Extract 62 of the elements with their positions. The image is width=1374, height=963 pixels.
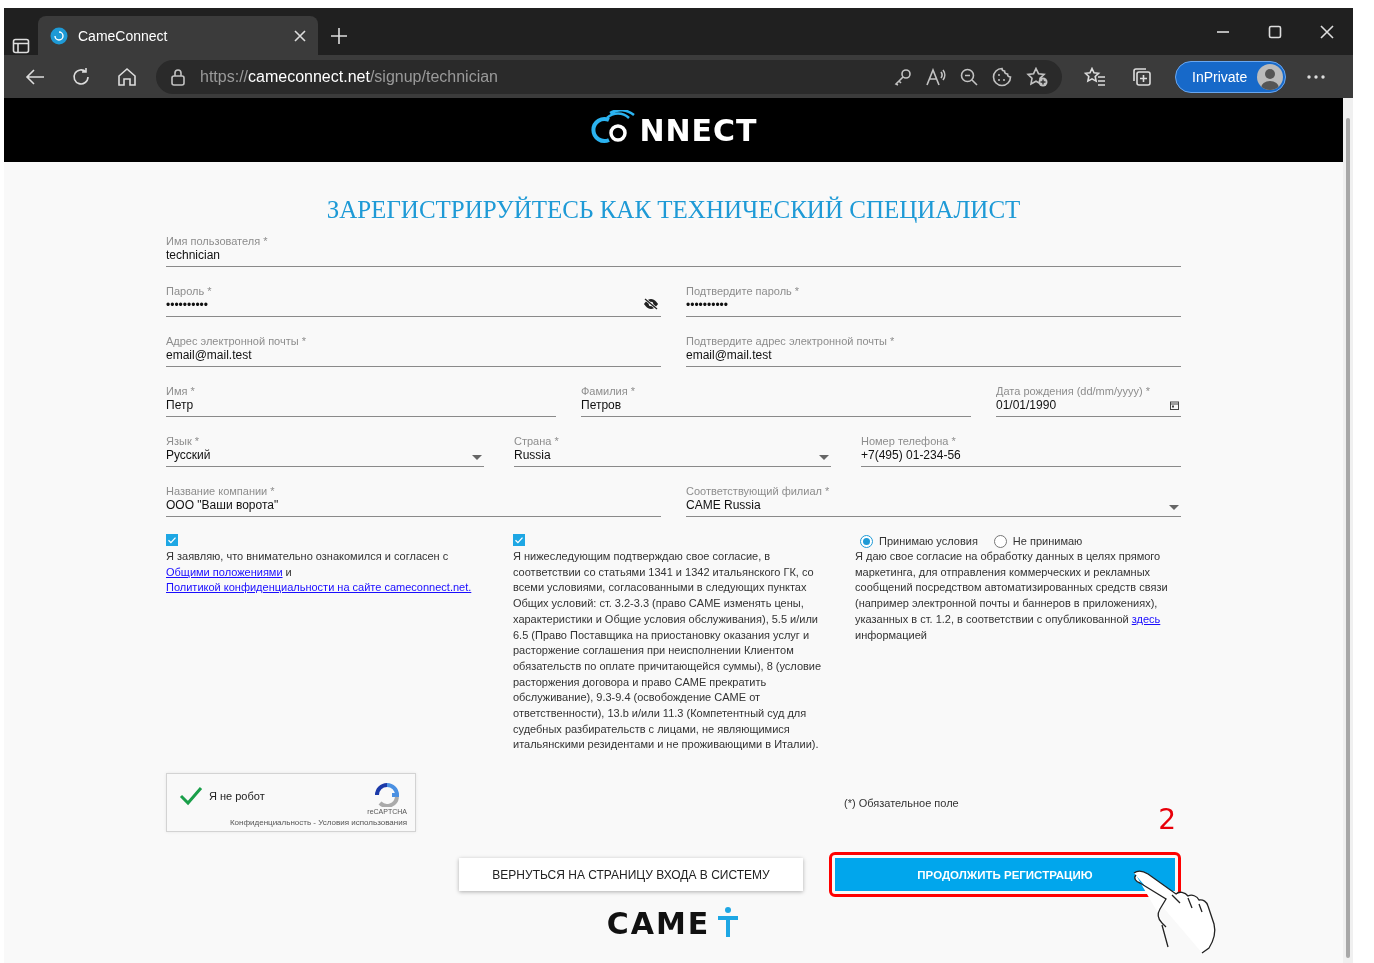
text-field[interactable]: Номер телефона * +7(495) 01-234-56 bbox=[861, 434, 1181, 467]
collections-icon[interactable] bbox=[1132, 66, 1152, 87]
calendar-icon[interactable] bbox=[1170, 401, 1179, 410]
dropdown-field[interactable]: Язык * Русский bbox=[166, 434, 484, 467]
dropdown-caret-icon[interactable] bbox=[1169, 505, 1179, 510]
captcha-links[interactable]: Конфиденциальность - Условия использования bbox=[179, 818, 407, 832]
dropdown-caret-icon[interactable] bbox=[819, 455, 829, 460]
more-icon[interactable] bbox=[1306, 73, 1327, 80]
checkbox[interactable] bbox=[166, 534, 178, 546]
annotation-number: 2 bbox=[1158, 803, 1176, 837]
text-field[interactable]: Название компании * ООО "Ваши ворота" bbox=[166, 484, 661, 517]
key-icon[interactable] bbox=[894, 67, 912, 86]
back-button[interactable]: ВЕРНУТЬСЯ НА СТРАНИЦУ ВХОДА В СИСТЕМУ bbox=[459, 858, 803, 892]
consent-text: Я даю свое согласие на обработку данных в целях прямого маркетинга, для отправления коммерческих и рекламных сообщений посредством автоматизированных средств связи (например электронной почты и баннеров в приложениях), указанных в ст. 1.2, в соответствии с опубликованной здесь информацией bbox=[855, 549, 1169, 643]
favorites-icon[interactable] bbox=[1084, 66, 1106, 87]
date-field[interactable]: Дата рождения (dd/mm/yyyy) * 01/01/1990 bbox=[996, 384, 1181, 417]
maximize-icon[interactable] bbox=[1268, 24, 1282, 39]
lock-icon bbox=[170, 67, 186, 86]
text-field[interactable]: Подтвердите адрес электронной почты * email@mail.test bbox=[686, 334, 1181, 367]
required-note: (*) Обязательное поле bbox=[844, 796, 959, 809]
dropdown-field[interactable]: Страна * Russia bbox=[514, 434, 831, 467]
zoom-out-icon[interactable] bbox=[960, 67, 978, 86]
captcha-check-icon[interactable] bbox=[179, 786, 203, 807]
eye-off-icon[interactable] bbox=[643, 298, 659, 310]
text-field[interactable]: Имя * Петр bbox=[166, 384, 556, 417]
text-field[interactable]: Фамилия * Петров bbox=[581, 384, 971, 417]
text-link[interactable]: Общими положениями bbox=[166, 565, 283, 578]
footer-logo-text: CAME bbox=[606, 907, 711, 942]
cookie-icon[interactable] bbox=[992, 66, 1012, 87]
radio-button[interactable] bbox=[860, 535, 873, 548]
person-logo-icon bbox=[716, 907, 741, 938]
recaptcha-logo-icon bbox=[374, 783, 401, 808]
inprivate-button[interactable]: InPrivate bbox=[1175, 60, 1287, 93]
sidebar-icon[interactable] bbox=[12, 37, 30, 55]
radio-label: Не принимаю bbox=[1012, 533, 1083, 549]
plus-icon[interactable] bbox=[330, 27, 348, 45]
star-add-icon[interactable] bbox=[1026, 66, 1048, 87]
consent-text: Я нижеследующим подтверждаю свое согласие, в соответствии со статьями 1341 и 1342 итальянского ГК, со всеми условиями, согласованными в следующих пунктах Общих условий: ст. 3.2-3.3 (право CAME изменять цены, характеристики и Общие условия обслуживания), 5.5 и/или 6.5 (Право Поставщика на приостановку оказания услуг и расторжение соглашения при неисполнении Клиентом обязательств по оплате причитающейся суммы), 8 (условие расторжения договора и право CAME прекратить обслуживание), 9.3-9.4 (освобождение CAME от ответственности), 13.b и/или 11.3 (Компетентный суд для судебных разбирательств с лицами, не являющимися итальянскими резидентами и не проживающими в Италии). bbox=[513, 549, 823, 753]
radio-button[interactable] bbox=[993, 535, 1007, 548]
avatar-icon bbox=[1257, 63, 1284, 90]
page-title: ЗАРЕГИСТРИРУЙТЕСЬ КАК ТЕХНИЧЕСКИЙ СПЕЦИАЛИСТ bbox=[325, 196, 1022, 224]
text-link[interactable]: здесь bbox=[1131, 612, 1161, 625]
close-icon[interactable] bbox=[1320, 24, 1334, 39]
text-field[interactable]: Адрес электронной почты * email@mail.test bbox=[166, 334, 661, 367]
checkbox[interactable] bbox=[513, 534, 525, 546]
close-icon[interactable] bbox=[294, 29, 306, 42]
home-icon[interactable] bbox=[117, 66, 137, 87]
consent-text: Я заявляю, что внимательно ознакомился и согласен с Общими положениями и Политикой конфиденциальности на сайте cameconnect.net. bbox=[166, 549, 473, 596]
password-field[interactable]: Пароль * •••••••••• bbox=[166, 284, 661, 317]
text-link[interactable]: Политикой конфиденциальности на сайте cameconnect.net. bbox=[166, 581, 472, 594]
scrollbar-thumb[interactable] bbox=[1346, 118, 1350, 958]
password-field[interactable]: Подтвердите пароль * •••••••••• bbox=[686, 284, 1181, 317]
logo-text: NNECT bbox=[639, 112, 758, 148]
dropdown-caret-icon[interactable] bbox=[472, 455, 482, 460]
radio-label: Принимаю условия bbox=[879, 533, 978, 549]
dropdown-field[interactable]: Соответствующий филиал * CAME Russia bbox=[686, 484, 1181, 517]
read-aloud-icon[interactable] bbox=[926, 67, 946, 86]
text-field[interactable]: Имя пользователя * technician bbox=[166, 234, 1181, 267]
back-arrow-icon[interactable] bbox=[25, 67, 45, 86]
refresh-icon[interactable] bbox=[71, 66, 91, 87]
browser-tab[interactable]: CameConnect bbox=[38, 16, 318, 55]
captcha-label: Я не робот bbox=[209, 790, 266, 803]
